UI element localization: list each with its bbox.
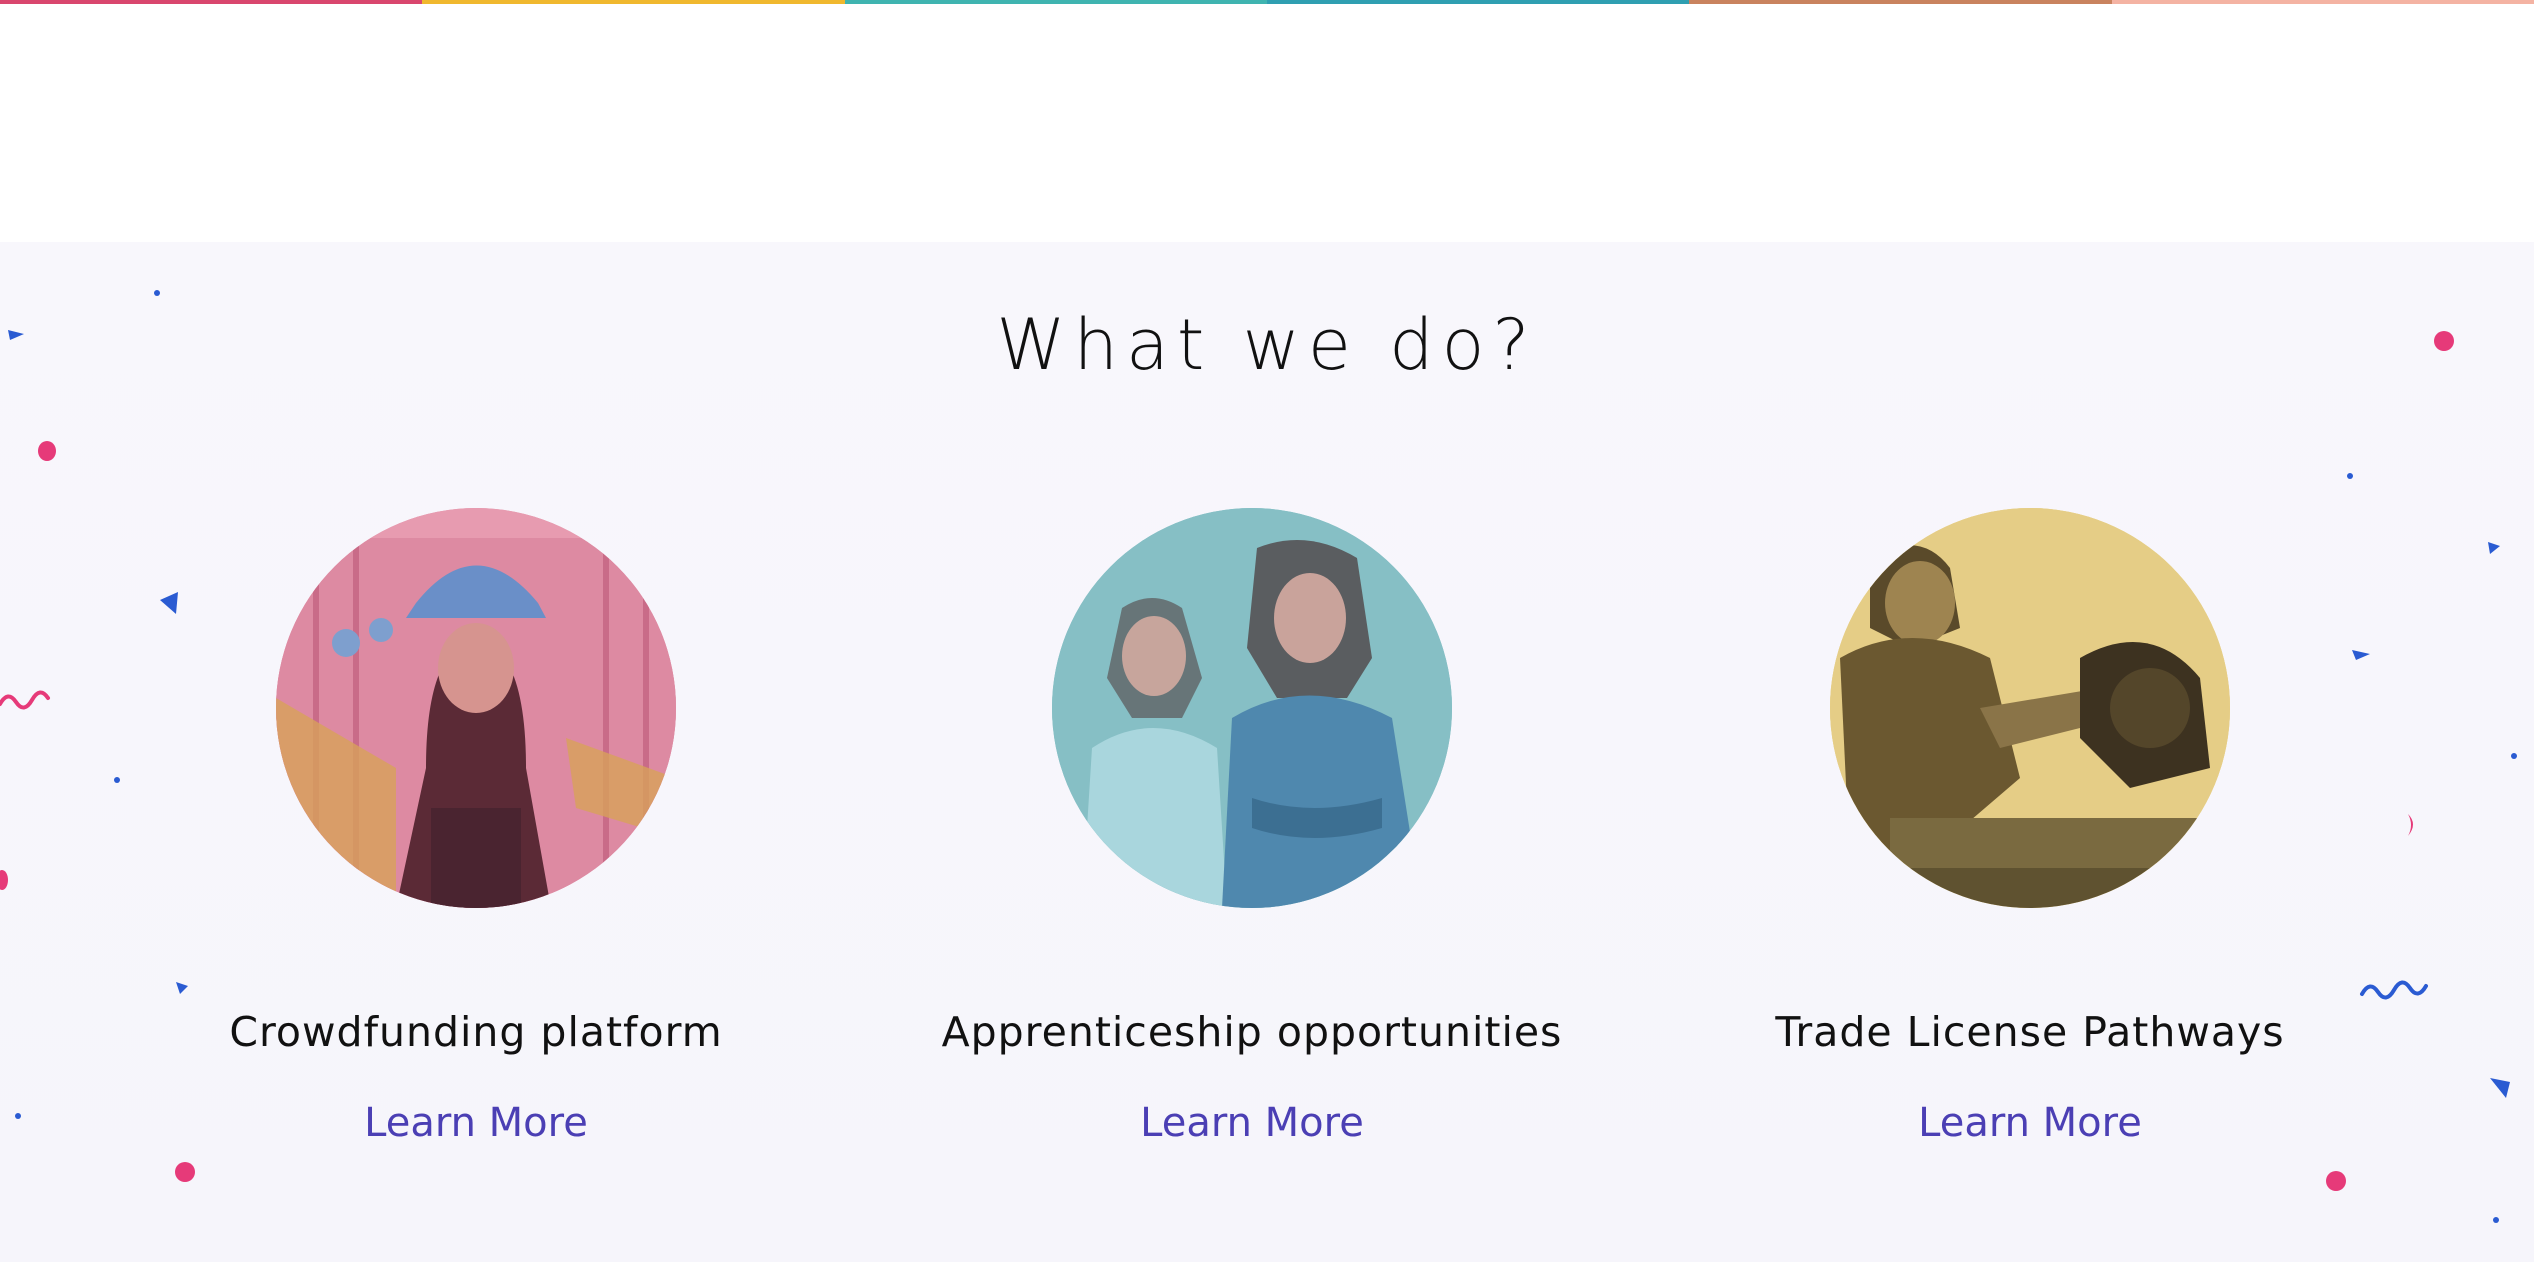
service-card-trade-license: Trade License Pathways Learn More (1680, 508, 2380, 1146)
two-young-women-photo (1052, 508, 1452, 908)
header-spacer (0, 4, 2534, 242)
card-title: Trade License Pathways (1775, 1008, 2285, 1056)
learn-more-link-trade-license[interactable]: Learn More (1918, 1100, 2142, 1146)
card-title: Crowdfunding platform (229, 1008, 723, 1056)
learn-more-link-crowdfunding[interactable]: Learn More (364, 1100, 588, 1146)
service-card-apprenticeship: Apprenticeship opportunities Learn More (902, 508, 1602, 1146)
woman-hard-hat-photo (276, 508, 676, 908)
learn-more-link-apprenticeship[interactable]: Learn More (1140, 1100, 1364, 1146)
what-we-do-section: What we do? Crowdfunding platform Learn … (0, 242, 2534, 1262)
card-title: Apprenticeship opportunities (941, 1008, 1563, 1056)
worker-miter-saw-photo (1830, 508, 2230, 908)
service-card-crowdfunding: Crowdfunding platform Learn More (126, 508, 826, 1146)
section-title: What we do? (996, 304, 1538, 386)
